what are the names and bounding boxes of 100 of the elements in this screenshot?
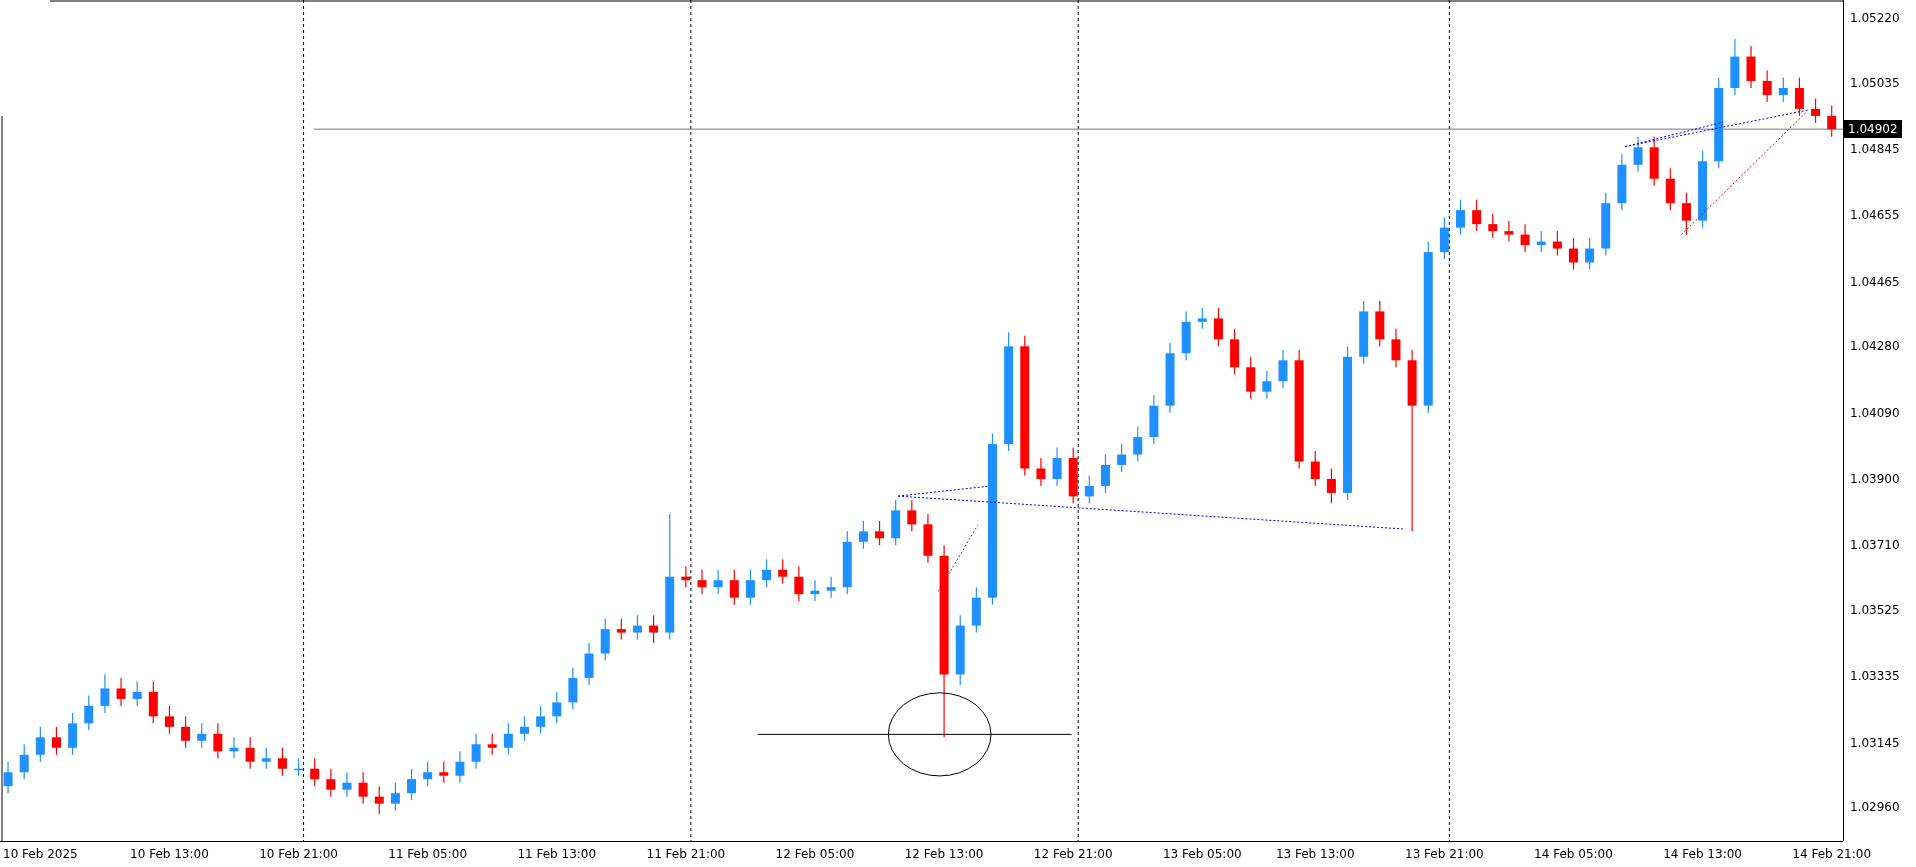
candlestick: [536, 705, 546, 735]
candlestick: [1068, 446, 1078, 504]
price-label: 1.02960: [1849, 799, 1900, 816]
candlestick: [1230, 328, 1240, 375]
candlestick: [1246, 356, 1256, 400]
candlestick: [713, 569, 723, 595]
time-label: 10 Feb 13:00: [130, 847, 209, 861]
candlestick: [1278, 349, 1288, 389]
candlestick: [1585, 237, 1595, 271]
candlestick: [277, 747, 287, 777]
time-label: 13 Feb 13:00: [1275, 847, 1355, 861]
candlestick: [649, 614, 659, 644]
candlestick: [19, 743, 29, 780]
candlestick: [1794, 76, 1804, 117]
candlestick: [810, 579, 820, 602]
candlestick: [148, 680, 158, 724]
candlestick: [1117, 443, 1127, 473]
candlestick: [1181, 310, 1191, 361]
candlestick: [1084, 474, 1094, 504]
candlestick: [1681, 192, 1691, 236]
candlestick: [729, 569, 739, 606]
candlestick: [681, 565, 691, 588]
price-label: 1.04845: [1849, 141, 1900, 158]
candlestick: [1052, 446, 1062, 487]
price-label: 1.03335: [1849, 668, 1900, 685]
candlestick: [842, 530, 852, 595]
candlestick: [778, 558, 788, 585]
candlestick: [439, 761, 449, 784]
time-label: 12 Feb 21:00: [1033, 847, 1113, 861]
price-label: 1.03710: [1849, 537, 1900, 554]
candlestick: [68, 712, 78, 756]
candlestick: [1262, 370, 1272, 400]
price-label: 1.03145: [1849, 734, 1900, 751]
candlestick: [213, 722, 223, 759]
candlestick: [1101, 453, 1110, 494]
candlestick: [1036, 457, 1046, 487]
candlestick: [1811, 97, 1821, 124]
candlestick: [503, 722, 513, 756]
price-label: 1.04090: [1849, 404, 1900, 421]
candlestick: [1552, 230, 1562, 257]
candlestick: [520, 715, 529, 742]
candlestick: [1778, 76, 1788, 103]
candlestick: [1133, 426, 1143, 463]
price-label: 1.05220: [1849, 10, 1900, 27]
candlestick: [423, 761, 433, 787]
candlestick: [132, 680, 142, 707]
candlestick: [552, 691, 562, 724]
candlestick: [1213, 307, 1223, 347]
time-label: 12 Feb 05:00: [775, 847, 855, 861]
candlestick: [310, 757, 320, 787]
candlestick: [374, 785, 384, 815]
candlestick: [632, 614, 642, 641]
candlestick: [794, 565, 804, 602]
candlestick: [342, 771, 352, 798]
candlestick: [1536, 230, 1546, 253]
candlestick: [1197, 307, 1207, 330]
time-label: 10 Feb 21:00: [259, 847, 338, 861]
candlestick: [1617, 153, 1627, 211]
candlestick: [1746, 45, 1756, 89]
price-label: 1.05035: [1849, 74, 1900, 91]
candlestick: [1633, 136, 1643, 173]
candlestick: [858, 520, 868, 550]
time-label: 14 Feb 13:00: [1663, 847, 1742, 861]
candlestick: [1310, 450, 1320, 487]
candlestick: [181, 715, 191, 749]
candlestick: [116, 677, 126, 707]
candlestick: [568, 666, 578, 710]
candlestick: [826, 576, 836, 599]
candlestick: [245, 736, 255, 770]
candlestick: [52, 726, 61, 756]
candlestick: [1472, 199, 1482, 232]
candlestick: [600, 618, 610, 662]
price-label: 1.04465: [1849, 273, 1900, 290]
candlestick: [923, 513, 933, 564]
time-label: 14 Feb 05:00: [1534, 847, 1613, 861]
candlestick: [1391, 328, 1401, 368]
candlestick: [35, 726, 45, 763]
time-label: 12 Feb 13:00: [904, 847, 984, 861]
candlestick: [487, 733, 497, 756]
time-label: 13 Feb 05:00: [1162, 847, 1242, 861]
candlestick: [1439, 216, 1449, 260]
candlestick: [697, 569, 707, 595]
candlestick: [1730, 38, 1740, 96]
candlestick: [907, 499, 917, 532]
candlestick: [616, 618, 626, 641]
candlestick: [1359, 300, 1369, 365]
price-label: 1.04280: [1849, 338, 1900, 355]
candlestick: [100, 673, 110, 714]
time-label: 14 Feb 21:00: [1792, 847, 1872, 861]
time-label: 11 Feb 21:00: [646, 847, 726, 861]
candlestick: [1665, 167, 1675, 211]
price-label: 1.03900: [1849, 470, 1900, 487]
candlestick: [1601, 192, 1611, 257]
candlestick: [471, 733, 481, 770]
candlestick: [455, 750, 465, 784]
candlestick: [1827, 104, 1837, 138]
candlestick: [745, 569, 755, 606]
candlestick: [1762, 69, 1772, 103]
candlestick: [390, 782, 400, 812]
candlestick: [1149, 394, 1159, 445]
